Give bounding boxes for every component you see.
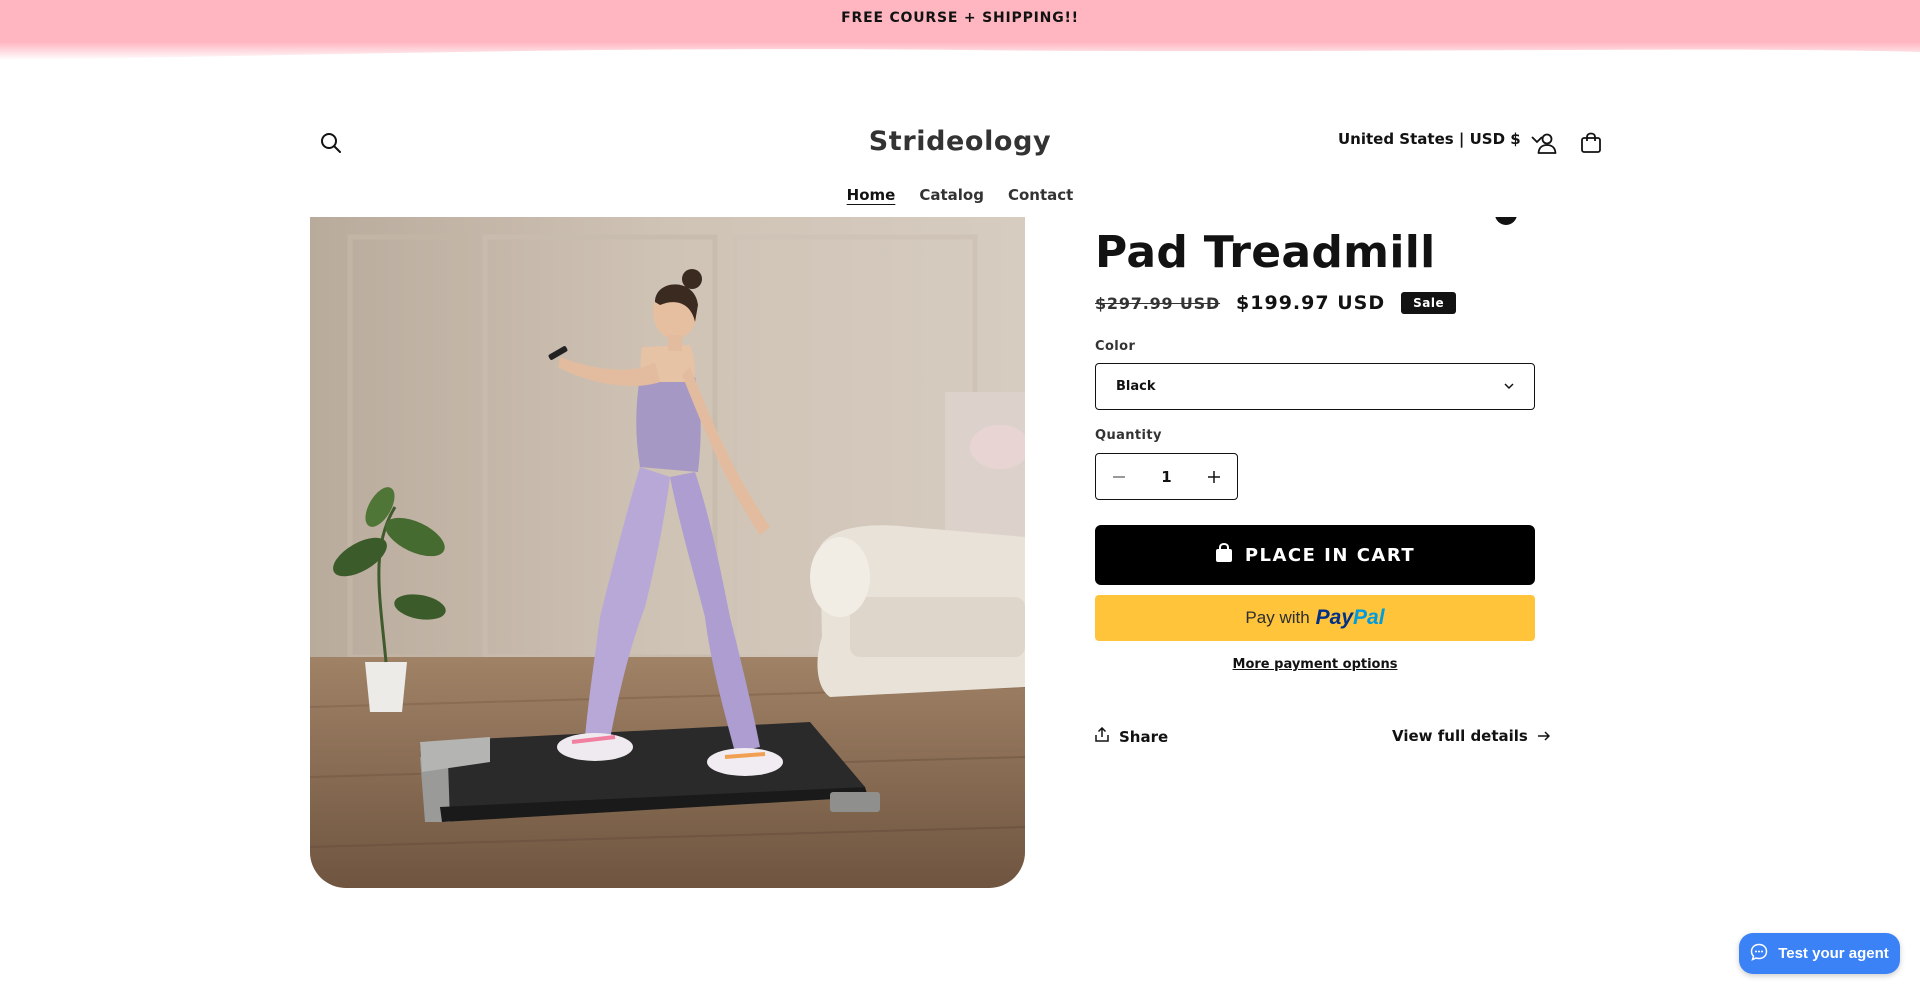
nav-item-home[interactable]: Home bbox=[847, 186, 896, 204]
sale-badge: Sale bbox=[1401, 292, 1457, 314]
color-label: Color bbox=[1095, 339, 1136, 354]
nav-item-contact[interactable]: Contact bbox=[1008, 186, 1073, 204]
quantity-stepper: 1 bbox=[1095, 453, 1238, 500]
site-logo[interactable]: Strideology bbox=[0, 126, 1920, 157]
nav-item-catalog[interactable]: Catalog bbox=[919, 186, 984, 204]
sale-price: $199.97 USD bbox=[1236, 292, 1386, 314]
price-row: $297.99 USD $199.97 USD Sale bbox=[1095, 292, 1457, 314]
view-full-details-link[interactable]: View full details bbox=[1392, 727, 1550, 745]
compare-at-price: $297.99 USD bbox=[1095, 293, 1221, 313]
chevron-down-icon bbox=[1504, 379, 1514, 394]
color-select-value: Black bbox=[1116, 379, 1156, 394]
share-icon bbox=[1095, 726, 1109, 746]
share-label: Share bbox=[1119, 727, 1169, 746]
product-image[interactable] bbox=[310, 217, 1025, 888]
share-button[interactable]: Share bbox=[1095, 726, 1169, 746]
test-agent-label: Test your agent bbox=[1778, 945, 1889, 962]
locale-selector[interactable]: United States | USD $ bbox=[1338, 130, 1543, 148]
announcement-bar: FREE COURSE + SHIPPING!! bbox=[0, 0, 1920, 72]
add-to-cart-button[interactable]: PLACE IN CART bbox=[1095, 525, 1535, 585]
color-select[interactable]: Black bbox=[1095, 363, 1535, 410]
plus-icon bbox=[1208, 470, 1220, 483]
paypal-button[interactable]: Pay with PayPal bbox=[1095, 595, 1535, 641]
quantity-decrease-button[interactable] bbox=[1096, 455, 1142, 499]
shopping-bag-icon bbox=[1215, 542, 1233, 567]
announcement-text: FREE COURSE + SHIPPING!! bbox=[841, 10, 1079, 26]
quantity-label: Quantity bbox=[1095, 428, 1162, 443]
test-agent-button[interactable]: Test your agent bbox=[1739, 933, 1900, 974]
paypal-prefix: Pay with bbox=[1245, 608, 1310, 627]
quantity-input[interactable]: 1 bbox=[1161, 468, 1171, 486]
minus-icon bbox=[1113, 475, 1125, 478]
quantity-increase-button[interactable] bbox=[1191, 455, 1237, 499]
add-to-cart-label: PLACE IN CART bbox=[1244, 544, 1416, 566]
site-header: Strideology United States | USD $ Home C… bbox=[0, 110, 1920, 220]
more-payment-options-link[interactable]: More payment options bbox=[1095, 657, 1535, 672]
product-title: Pad Treadmill bbox=[1095, 227, 1436, 277]
paypal-logo: PayPal bbox=[1315, 606, 1385, 629]
view-full-details-label: View full details bbox=[1392, 727, 1528, 745]
account-icon[interactable] bbox=[1530, 126, 1564, 160]
arrow-right-icon bbox=[1537, 727, 1550, 745]
cart-icon[interactable] bbox=[1574, 126, 1608, 160]
product-title-area: Pad Treadmill bbox=[1095, 217, 1555, 277]
locale-label: United States | USD $ bbox=[1338, 130, 1521, 148]
main-nav: Home Catalog Contact bbox=[0, 186, 1920, 204]
chat-bubble-icon bbox=[1750, 943, 1768, 965]
title-descender-fragment bbox=[1495, 217, 1517, 225]
